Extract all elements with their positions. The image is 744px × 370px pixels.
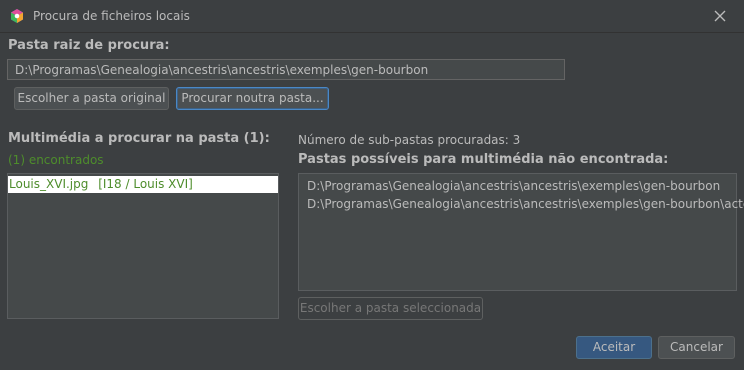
title-bar: Procura de ficheiros locais [0, 0, 744, 33]
subfolders-count-text: Número de sub-pastas procuradas: 3 [298, 133, 521, 147]
ancestris-app-icon [11, 9, 23, 23]
possible-folders-label: Pastas possíveis para multimédia não enc… [298, 152, 669, 167]
media-file-name: Louis_XVI.jpg [9, 177, 89, 191]
root-folder-label: Pasta raiz de procura: [8, 38, 170, 53]
accept-button[interactable]: Aceitar [576, 336, 652, 359]
list-item[interactable]: Louis_XVI.jpg [I18 / Louis XVI] [8, 176, 278, 193]
list-item[interactable]: D:\Programas\Genealogia\ancestris\ancest… [307, 179, 720, 193]
choose-selected-folder-button[interactable]: Escolher a pasta seleccionada [298, 297, 483, 320]
media-list[interactable]: Louis_XVI.jpg [I18 / Louis XVI] [7, 173, 279, 319]
list-item[interactable]: D:\Programas\Genealogia\ancestris\ancest… [307, 197, 744, 211]
window-title: Procura de ficheiros locais [33, 9, 190, 23]
found-count-label: (1) encontrados [8, 153, 104, 167]
root-path-input[interactable] [7, 59, 565, 80]
possible-folders-list[interactable]: D:\Programas\Genealogia\ancestris\ancest… [298, 173, 744, 291]
media-reference: [I18 / Louis XVI] [98, 177, 193, 191]
media-section-label: Multimédia a procurar na pasta (1): [8, 131, 270, 146]
choose-original-folder-button[interactable]: Escolher a pasta original [14, 87, 169, 110]
cancel-button[interactable]: Cancelar [658, 336, 735, 359]
close-icon [714, 10, 726, 22]
search-other-folder-button[interactable]: Procurar noutra pasta... [176, 87, 329, 110]
close-button[interactable] [710, 6, 730, 26]
